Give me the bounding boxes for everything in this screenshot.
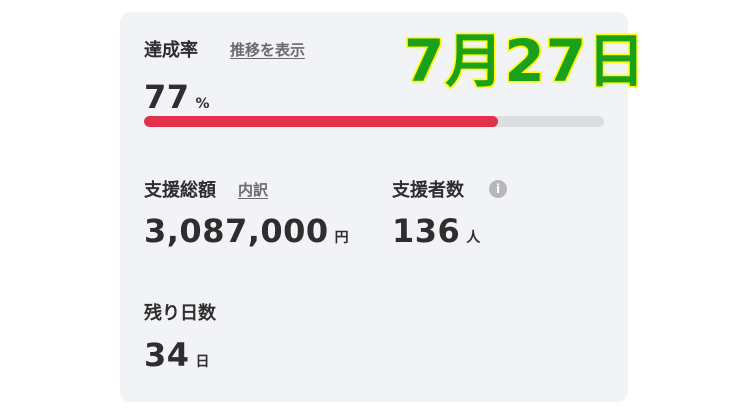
achievement-progress-fill: [144, 116, 499, 127]
total-support-value: 3,087,000: [144, 212, 329, 250]
remaining-days-unit: 日: [195, 354, 210, 370]
supporters-label: 支援者数: [392, 180, 464, 201]
achievement-unit: %: [195, 96, 210, 112]
total-support-value-block: 3,087,000 円: [144, 212, 349, 250]
supporters-value: 136: [392, 212, 461, 250]
info-icon[interactable]: i: [489, 180, 507, 198]
remaining-days-label: 残り日数: [144, 303, 216, 324]
total-support-label: 支援総額: [144, 180, 216, 201]
breakdown-link[interactable]: 内訳: [238, 179, 268, 200]
achievement-label: 達成率: [144, 40, 198, 61]
achievement-value: 77: [144, 78, 190, 116]
remaining-days-value: 34: [144, 336, 190, 374]
total-support-unit: 円: [334, 230, 349, 246]
supporters-unit: 人: [466, 230, 481, 246]
show-trend-link[interactable]: 推移を表示: [230, 39, 305, 60]
supporters-value-block: 136 人: [392, 212, 480, 250]
remaining-days-value-block: 34 日: [144, 336, 210, 374]
achievement-progress-bar: [144, 116, 604, 127]
page: 達成率 推移を表示 77% 支援総額 内訳 3,087,000 円 支援者数 i …: [0, 0, 736, 414]
achievement-value-block: 77%: [144, 78, 210, 116]
date-overlay-caption: 7月27日: [402, 26, 647, 97]
